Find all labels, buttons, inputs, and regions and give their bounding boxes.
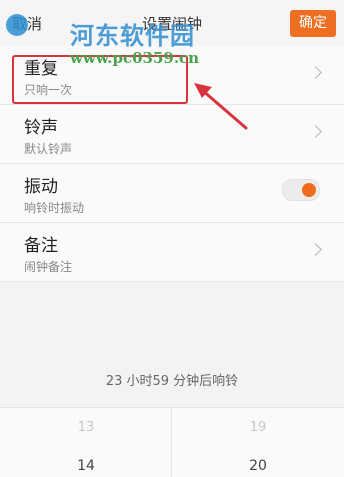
chevron-right-icon	[309, 125, 322, 138]
countdown-text: 23 小时59 分钟后响铃	[105, 374, 239, 389]
vibrate-toggle[interactable]	[282, 179, 320, 201]
chevron-right-icon	[309, 243, 322, 256]
picker-divider	[171, 408, 172, 477]
note-label: 备注	[24, 236, 58, 256]
note-value: 闹钟备注	[24, 260, 73, 274]
vibrate-row: 振动 响铃时振动	[0, 164, 344, 223]
vibrate-value: 响铃时振动	[24, 201, 85, 215]
toggle-knob	[302, 183, 316, 197]
annotation-arrow-icon	[194, 83, 248, 130]
minute-option[interactable]: 19	[238, 420, 278, 435]
hour-option[interactable]: 13	[66, 420, 106, 435]
ringtone-row[interactable]: 铃声 默认铃声	[0, 105, 344, 164]
top-bar: 取消 设置闹钟 确定	[0, 0, 344, 46]
confirm-button[interactable]: 确定	[290, 10, 336, 37]
chevron-right-icon	[309, 66, 322, 79]
ringtone-label: 铃声	[24, 118, 58, 138]
ringtone-value: 默认铃声	[24, 142, 73, 156]
hour-option[interactable]: 14	[66, 458, 106, 474]
annotation-highlight-box	[12, 55, 188, 104]
minute-option[interactable]: 20	[238, 458, 278, 474]
vibrate-label: 振动	[24, 177, 58, 197]
note-row[interactable]: 备注 闹钟备注	[0, 223, 344, 282]
time-picker[interactable]: 13 14 19 20	[0, 407, 344, 477]
